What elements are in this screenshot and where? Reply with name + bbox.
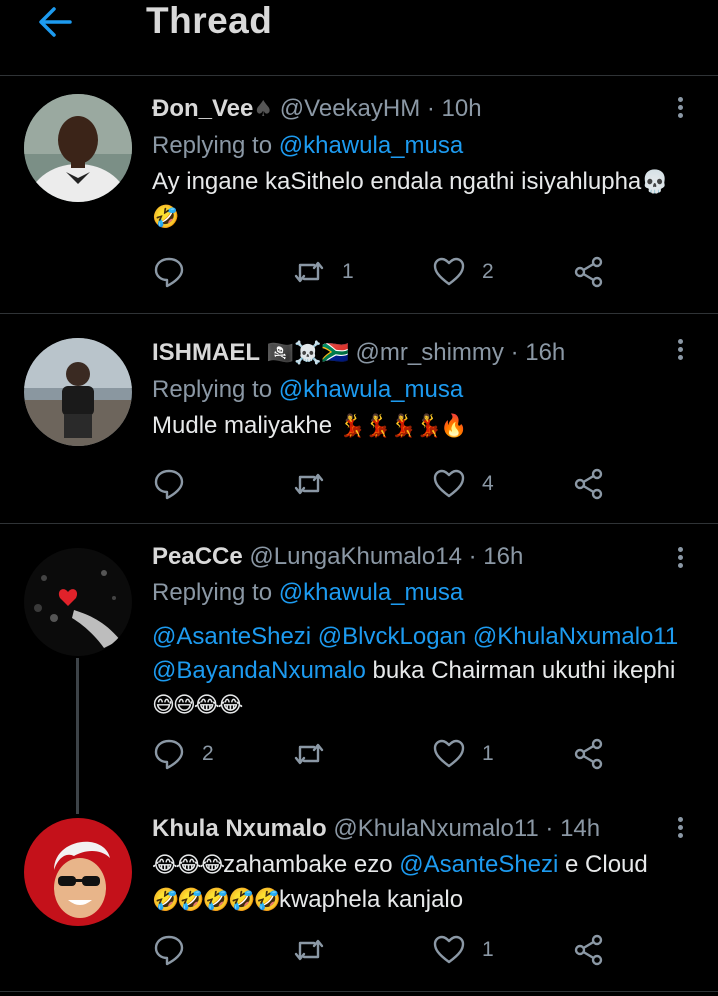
- reply-button[interactable]: [152, 932, 292, 968]
- retweet-icon: [294, 473, 324, 495]
- timestamp[interactable]: · 14h: [545, 815, 600, 842]
- text-emoji: 💃💃💃💃🔥: [338, 414, 468, 439]
- mention-link[interactable]: @AsanteShezi: [399, 851, 558, 878]
- name-emoji: 🏴‍☠️☠️🇿🇦: [266, 341, 349, 366]
- avatar[interactable]: [24, 338, 132, 446]
- share-button[interactable]: [572, 254, 622, 290]
- like-count: 4: [482, 472, 494, 495]
- share-icon: [574, 256, 603, 288]
- replying-label: Replying to: [152, 579, 273, 606]
- tweet-text-content: zahambake ezo: [223, 851, 400, 878]
- retweet-button[interactable]: 1: [292, 254, 432, 290]
- reply-icon: [154, 257, 184, 288]
- text-emoji: 🤣🤣🤣🤣🤣: [152, 888, 281, 913]
- replying-label: Replying to: [152, 132, 273, 159]
- retweet-button[interactable]: [292, 932, 432, 968]
- reply-count: 2: [202, 742, 214, 765]
- tweet-text-content: e Cloud: [558, 851, 648, 878]
- like-button[interactable]: 1: [432, 932, 572, 968]
- text-emoji: 💀: [641, 170, 669, 195]
- author-handle[interactable]: @mr_shimmy: [356, 339, 504, 366]
- tweet-text-content: buka Chairman ukuthi ikephi: [365, 657, 676, 684]
- reply-button[interactable]: [152, 254, 292, 290]
- retweet-icon: [294, 743, 324, 765]
- like-icon: [433, 739, 465, 768]
- more-icon[interactable]: [674, 814, 686, 844]
- mention-link[interactable]: @BayandaNxumalo: [152, 657, 366, 684]
- tweet-text-content: Ay ingane kaSithelo endala ngathi isiyah…: [152, 168, 642, 195]
- timestamp[interactable]: · 16h: [511, 339, 566, 366]
- share-icon: [574, 738, 603, 770]
- like-count: 2: [482, 260, 494, 283]
- mention-link[interactable]: @khawula_musa: [279, 132, 463, 159]
- tweet-text: 😂😂😂zahambake ezo @AsanteShezi e Cloud 🤣🤣…: [152, 848, 694, 918]
- share-icon: [574, 934, 603, 966]
- more-icon[interactable]: [674, 336, 686, 366]
- text-emoji: 😅😅😂😂: [152, 693, 243, 718]
- tweet[interactable]: ISHMAEL 🏴‍☠️☠️🇿🇦 @mr_shimmy · 16h Replyi…: [0, 314, 718, 524]
- reply-button[interactable]: 2: [152, 736, 292, 772]
- like-count: 1: [482, 742, 494, 765]
- retweet-icon: [294, 939, 324, 961]
- author-name[interactable]: PeaCCe: [152, 543, 243, 570]
- share-button[interactable]: [572, 736, 622, 772]
- share-button[interactable]: [572, 466, 622, 502]
- text-emoji: 😂😂😂: [152, 853, 225, 878]
- more-icon[interactable]: [674, 94, 686, 124]
- tweet-text-content: kwaphela kanjalo: [278, 886, 464, 913]
- mention-link[interactable]: @KhulaNxumalo11: [473, 623, 678, 650]
- top-bar: Thread: [0, 0, 718, 76]
- like-button[interactable]: 4: [432, 466, 572, 502]
- like-icon: [433, 935, 465, 964]
- like-icon: [433, 257, 465, 286]
- replying-label: Replying to: [152, 376, 273, 403]
- share-icon: [574, 468, 603, 500]
- author-name[interactable]: Khula Nxumalo: [152, 815, 327, 842]
- reply-icon: [154, 935, 184, 966]
- mention-link[interactable]: @AsanteShezi: [152, 623, 311, 650]
- tweet-text: Ay ingane kaSithelo endala ngathi isiyah…: [152, 165, 694, 235]
- author-handle[interactable]: @VeekayHM: [280, 95, 420, 122]
- retweet-icon: [294, 261, 324, 283]
- timestamp[interactable]: · 10h: [427, 95, 482, 122]
- author-handle[interactable]: @KhulaNxumalo11: [333, 815, 538, 842]
- tweet-text-content: Mudle maliyakhe: [152, 412, 333, 439]
- tweet[interactable]: Khula Nxumalo @KhulaNxumalo11 · 14h 😂😂😂z…: [0, 814, 718, 992]
- name-emoji: ♠: [253, 97, 274, 122]
- retweet-count: 1: [342, 260, 354, 283]
- reply-icon: [154, 469, 184, 500]
- retweet-button[interactable]: [292, 736, 432, 772]
- tweet-text: Mudle maliyakhe 💃💃💃💃🔥: [152, 409, 694, 444]
- mention-link[interactable]: @khawula_musa: [279, 579, 463, 606]
- replying-to: Replying to @khawula_musa: [152, 131, 694, 161]
- thread-line: [76, 658, 79, 814]
- replying-to: Replying to @khawula_musa: [152, 375, 694, 405]
- tweet-text: @AsanteShezi @BlvckLogan @KhulaNxumalo11…: [152, 620, 694, 723]
- avatar[interactable]: [24, 818, 132, 926]
- replying-to: Replying to @khawula_musa: [152, 578, 694, 608]
- timestamp[interactable]: · 16h: [469, 543, 524, 570]
- tweet[interactable]: PeaCCe @LungaKhumalo14 · 16h Replying to…: [0, 524, 718, 814]
- author-name[interactable]: Đon_Vee: [152, 95, 253, 122]
- avatar[interactable]: [24, 94, 132, 202]
- tweet[interactable]: Đon_Vee♠ @VeekayHM · 10h Replying to @kh…: [0, 76, 718, 314]
- retweet-button[interactable]: [292, 466, 432, 502]
- text-emoji-line2: 🤣: [152, 205, 180, 230]
- reply-icon: [154, 739, 184, 770]
- page-title: Thread: [146, 0, 273, 41]
- like-icon: [433, 469, 465, 498]
- reply-button[interactable]: [152, 466, 292, 502]
- like-button[interactable]: 1: [432, 736, 572, 772]
- mention-link[interactable]: @BlvckLogan: [318, 623, 466, 650]
- avatar[interactable]: [24, 548, 132, 656]
- like-button[interactable]: 2: [432, 254, 572, 290]
- author-name[interactable]: ISHMAEL: [152, 339, 260, 366]
- like-count: 1: [482, 938, 494, 961]
- more-icon[interactable]: [674, 544, 686, 574]
- author-handle[interactable]: @LungaKhumalo14: [249, 543, 462, 570]
- share-button[interactable]: [572, 932, 622, 968]
- back-arrow-icon[interactable]: [36, 2, 76, 42]
- mention-link[interactable]: @khawula_musa: [279, 376, 463, 403]
